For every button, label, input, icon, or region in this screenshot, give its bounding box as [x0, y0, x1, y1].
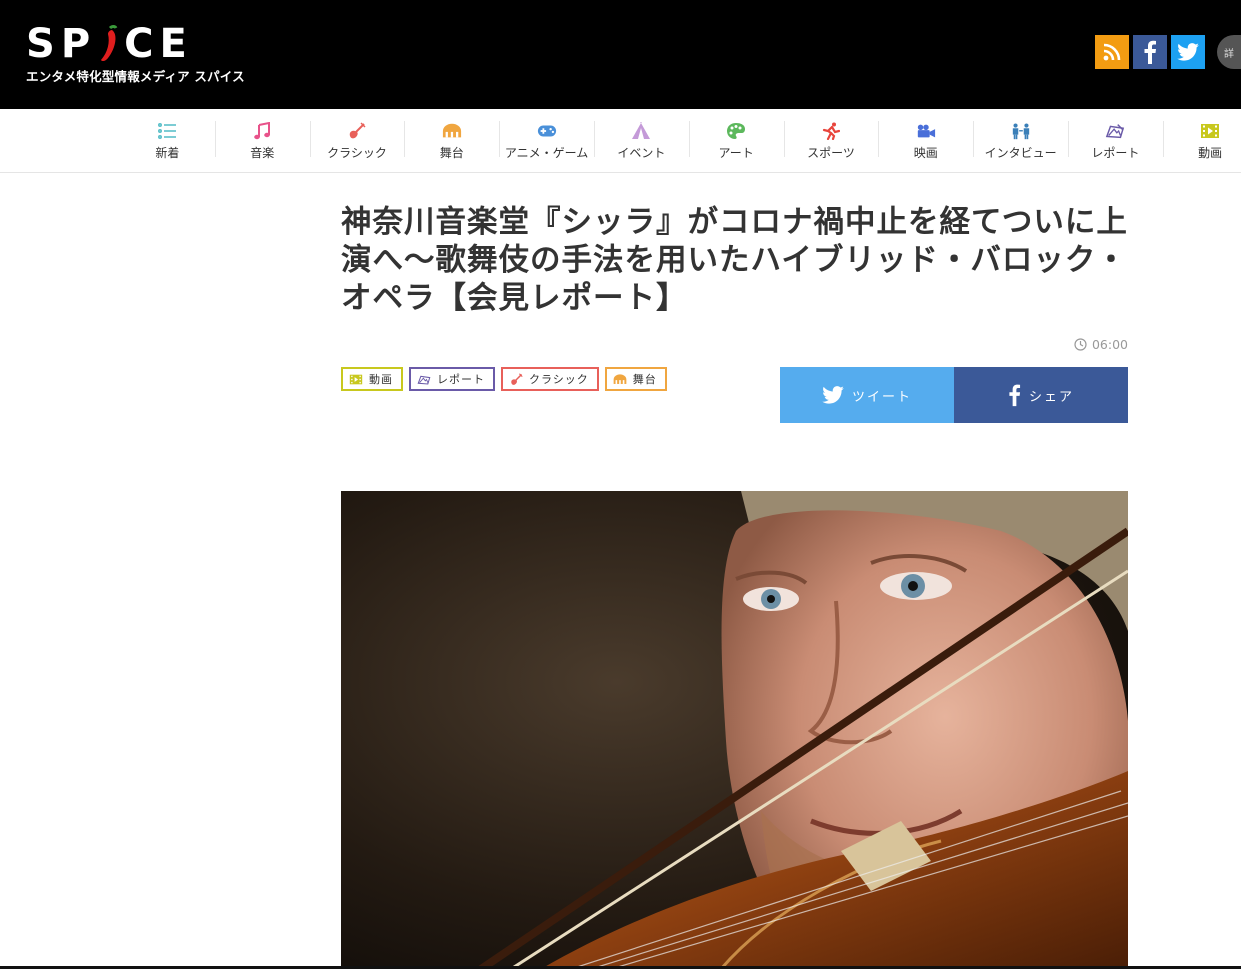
twitter-button[interactable]: [1171, 35, 1205, 69]
category-nav: 新着 音楽 クラシック 舞台 アニメ・ゲーム イベント アート スポーツ 映画 …: [0, 109, 1241, 173]
tag-label: レポート: [437, 373, 485, 386]
facebook-button[interactable]: [1133, 35, 1167, 69]
nav-item-classic[interactable]: クラシック: [309, 109, 405, 173]
gamepad-icon: [537, 122, 557, 140]
nav-item-art[interactable]: アート: [688, 109, 784, 173]
twitter-icon: [822, 386, 844, 404]
tag-label: クラシック: [529, 373, 589, 386]
logo-tagline: エンタメ特化型情報メディア スパイス: [26, 69, 245, 84]
article-main-photo[interactable]: [341, 491, 1128, 969]
film-icon: [349, 373, 363, 385]
share-buttons: ツイート シェア: [780, 367, 1128, 423]
music-note-icon: [252, 121, 272, 140]
facebook-icon: [1009, 384, 1021, 407]
violin-icon: [347, 121, 367, 140]
nav-item-sports[interactable]: スポーツ: [783, 109, 879, 173]
chili-pepper-icon: [98, 24, 120, 64]
more-menu-button[interactable]: 詳: [1217, 35, 1241, 69]
violinist-photo: [341, 491, 1128, 969]
report-icon: [417, 373, 431, 385]
facebook-icon: [1144, 40, 1156, 64]
palette-icon: [726, 122, 746, 140]
article-title: 神奈川音楽堂『シッラ』がコロナ禍中止を経てついに上演へ〜歌舞伎の手法を用いたハイ…: [341, 205, 1128, 316]
facebook-share-button[interactable]: シェア: [954, 367, 1128, 423]
nav-item-stage[interactable]: 舞台: [404, 109, 499, 173]
publish-time: 06:00: [1074, 337, 1128, 352]
nav-item-movie[interactable]: 映画: [878, 109, 973, 173]
rss-icon: [1103, 43, 1121, 61]
tag-report[interactable]: レポート: [409, 367, 495, 391]
publish-time-text: 06:00: [1091, 337, 1128, 352]
nav-item-interview[interactable]: インタビュー: [973, 109, 1068, 173]
facebook-share-label: シェア: [1028, 389, 1074, 405]
nav-item-new[interactable]: 新着: [120, 109, 215, 173]
tag-label: 動画: [369, 373, 393, 386]
tag-video[interactable]: 動画: [341, 367, 403, 391]
nav-item-event[interactable]: イベント: [593, 109, 689, 173]
film-icon: [1200, 122, 1220, 140]
tweet-label: ツイート: [851, 389, 912, 405]
rss-button[interactable]: [1095, 35, 1129, 69]
nav-item-video[interactable]: 動画: [1162, 109, 1241, 173]
nav-item-music[interactable]: 音楽: [214, 109, 310, 173]
social-links: 詳: [1095, 35, 1241, 69]
tent-icon: [631, 121, 651, 140]
logo-wordmark: SP CE: [26, 21, 193, 67]
tag-classic[interactable]: クラシック: [501, 367, 599, 391]
site-logo[interactable]: SP CE エンタメ特化型情報メディア スパイス: [26, 24, 256, 84]
tag-stage[interactable]: 舞台: [604, 367, 667, 391]
twitter-icon: [1177, 43, 1199, 61]
clock-icon: [1074, 338, 1087, 351]
tag-label: 舞台: [632, 373, 657, 386]
report-icon: [1105, 122, 1125, 140]
theater-icon: [442, 122, 462, 140]
article-tags: 動画 レポート クラシック 舞台: [341, 367, 667, 391]
camera-icon: [916, 122, 936, 140]
interview-icon: [1011, 122, 1031, 140]
violin-icon: [509, 372, 523, 385]
nav-item-report[interactable]: レポート: [1067, 109, 1163, 173]
tweet-button[interactable]: ツイート: [780, 367, 954, 423]
runner-icon: [821, 122, 841, 140]
nav-item-anime-game[interactable]: アニメ・ゲーム: [499, 109, 594, 173]
list-icon: [157, 122, 177, 140]
theater-icon: [613, 373, 627, 385]
site-header: SP CE エンタメ特化型情報メディア スパイス 詳: [0, 0, 1241, 109]
